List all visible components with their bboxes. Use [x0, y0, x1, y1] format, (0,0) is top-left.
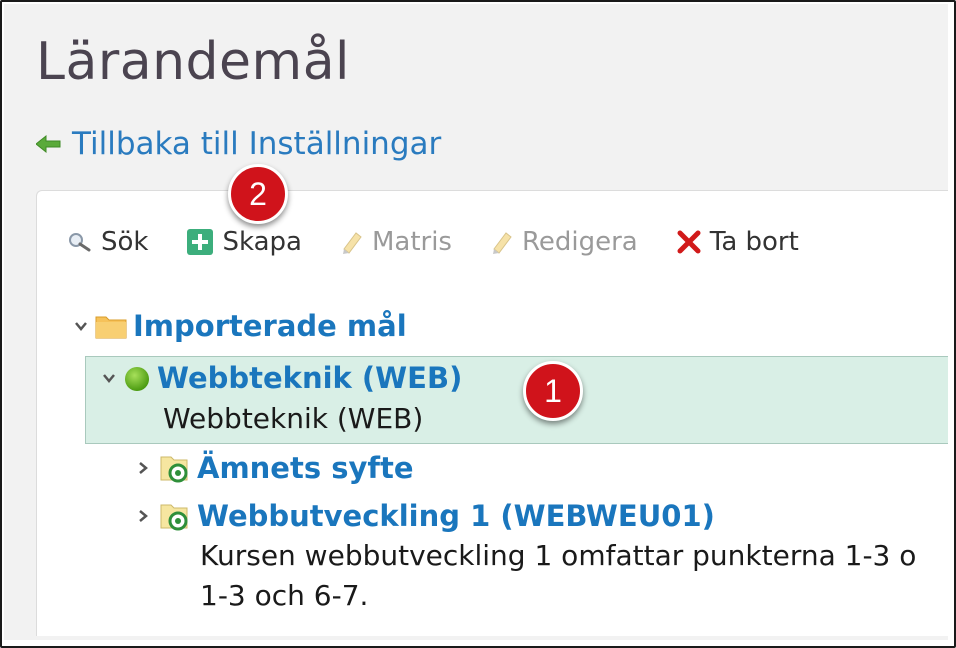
search-button[interactable]: Sök — [67, 227, 148, 257]
pencil-icon — [342, 232, 362, 254]
outcome-description: Kursen webbutveckling 1 omfattar punkter… — [200, 539, 916, 572]
matrix-button[interactable]: Matris — [340, 227, 452, 257]
outcome-description: 1-3 och 6-7. — [200, 579, 368, 612]
create-button[interactable]: Skapa — [186, 227, 302, 257]
chevron-right-icon — [139, 462, 148, 474]
outcome-title: Webbteknik (WEB) — [157, 361, 463, 395]
page-title: Lärandemål — [36, 32, 351, 92]
outcome-title: Ämnets syfte — [197, 451, 414, 485]
pencil-icon — [492, 232, 512, 254]
outcome-description-line2: 1-3 och 6-7. — [200, 579, 369, 612]
tree-node-webbutveckling[interactable]: Webbutveckling 1 (WEBWEU01) — [135, 499, 715, 533]
green-dot-icon — [125, 367, 149, 391]
search-label: Sök — [101, 227, 149, 257]
delete-label: Ta bort — [709, 227, 799, 257]
back-link-label: Tillbaka till Inställningar — [72, 126, 442, 162]
outcome-group-icon — [160, 504, 188, 531]
delete-button[interactable]: Ta bort — [676, 227, 799, 257]
outcome-group-icon — [160, 456, 188, 483]
tree-folder-imported[interactable]: Importerade mål — [73, 309, 407, 343]
plus-icon — [187, 229, 214, 255]
right-edge — [948, 4, 954, 646]
chevron-down-icon — [75, 322, 87, 331]
screenshot-frame: Lärandemål Tillbaka till Inställningar S… — [0, 0, 956, 648]
create-label: Skapa — [222, 227, 302, 257]
edit-label: Redigera — [521, 227, 638, 257]
step-badge-2: 2 — [228, 164, 288, 224]
outcome-description-line1: Kursen webbutveckling 1 omfattar punkter… — [200, 539, 917, 572]
chevron-right-icon — [139, 510, 148, 522]
chevron-down-icon — [103, 374, 115, 383]
step-badge-1: 1 — [523, 361, 583, 421]
outcome-description: Webbteknik (WEB) — [163, 402, 423, 435]
back-arrow-icon — [36, 134, 61, 154]
edit-button[interactable]: Redigera — [490, 227, 638, 257]
back-to-settings-link[interactable]: Tillbaka till Inställningar — [36, 126, 441, 162]
folder-icon — [95, 316, 127, 339]
bottom-edge — [4, 640, 948, 646]
folder-label: Importerade mål — [133, 309, 407, 343]
magnifier-icon — [69, 233, 91, 252]
outcome-description-text: Webbteknik (WEB) — [163, 402, 424, 435]
tree-node-amnets-syfte[interactable]: Ämnets syfte — [135, 451, 414, 485]
close-icon — [677, 230, 701, 254]
outcomes-panel: Sök Skapa Matris Redigera Ta bort Import… — [36, 190, 949, 636]
matrix-label: Matris — [371, 227, 452, 257]
tree-node-webbteknik[interactable]: Webbteknik (WEB) — [101, 361, 462, 395]
outcome-title: Webbutveckling 1 (WEBWEU01) — [197, 499, 715, 533]
toolbar: Sök Skapa Matris Redigera Ta bort — [67, 227, 837, 257]
